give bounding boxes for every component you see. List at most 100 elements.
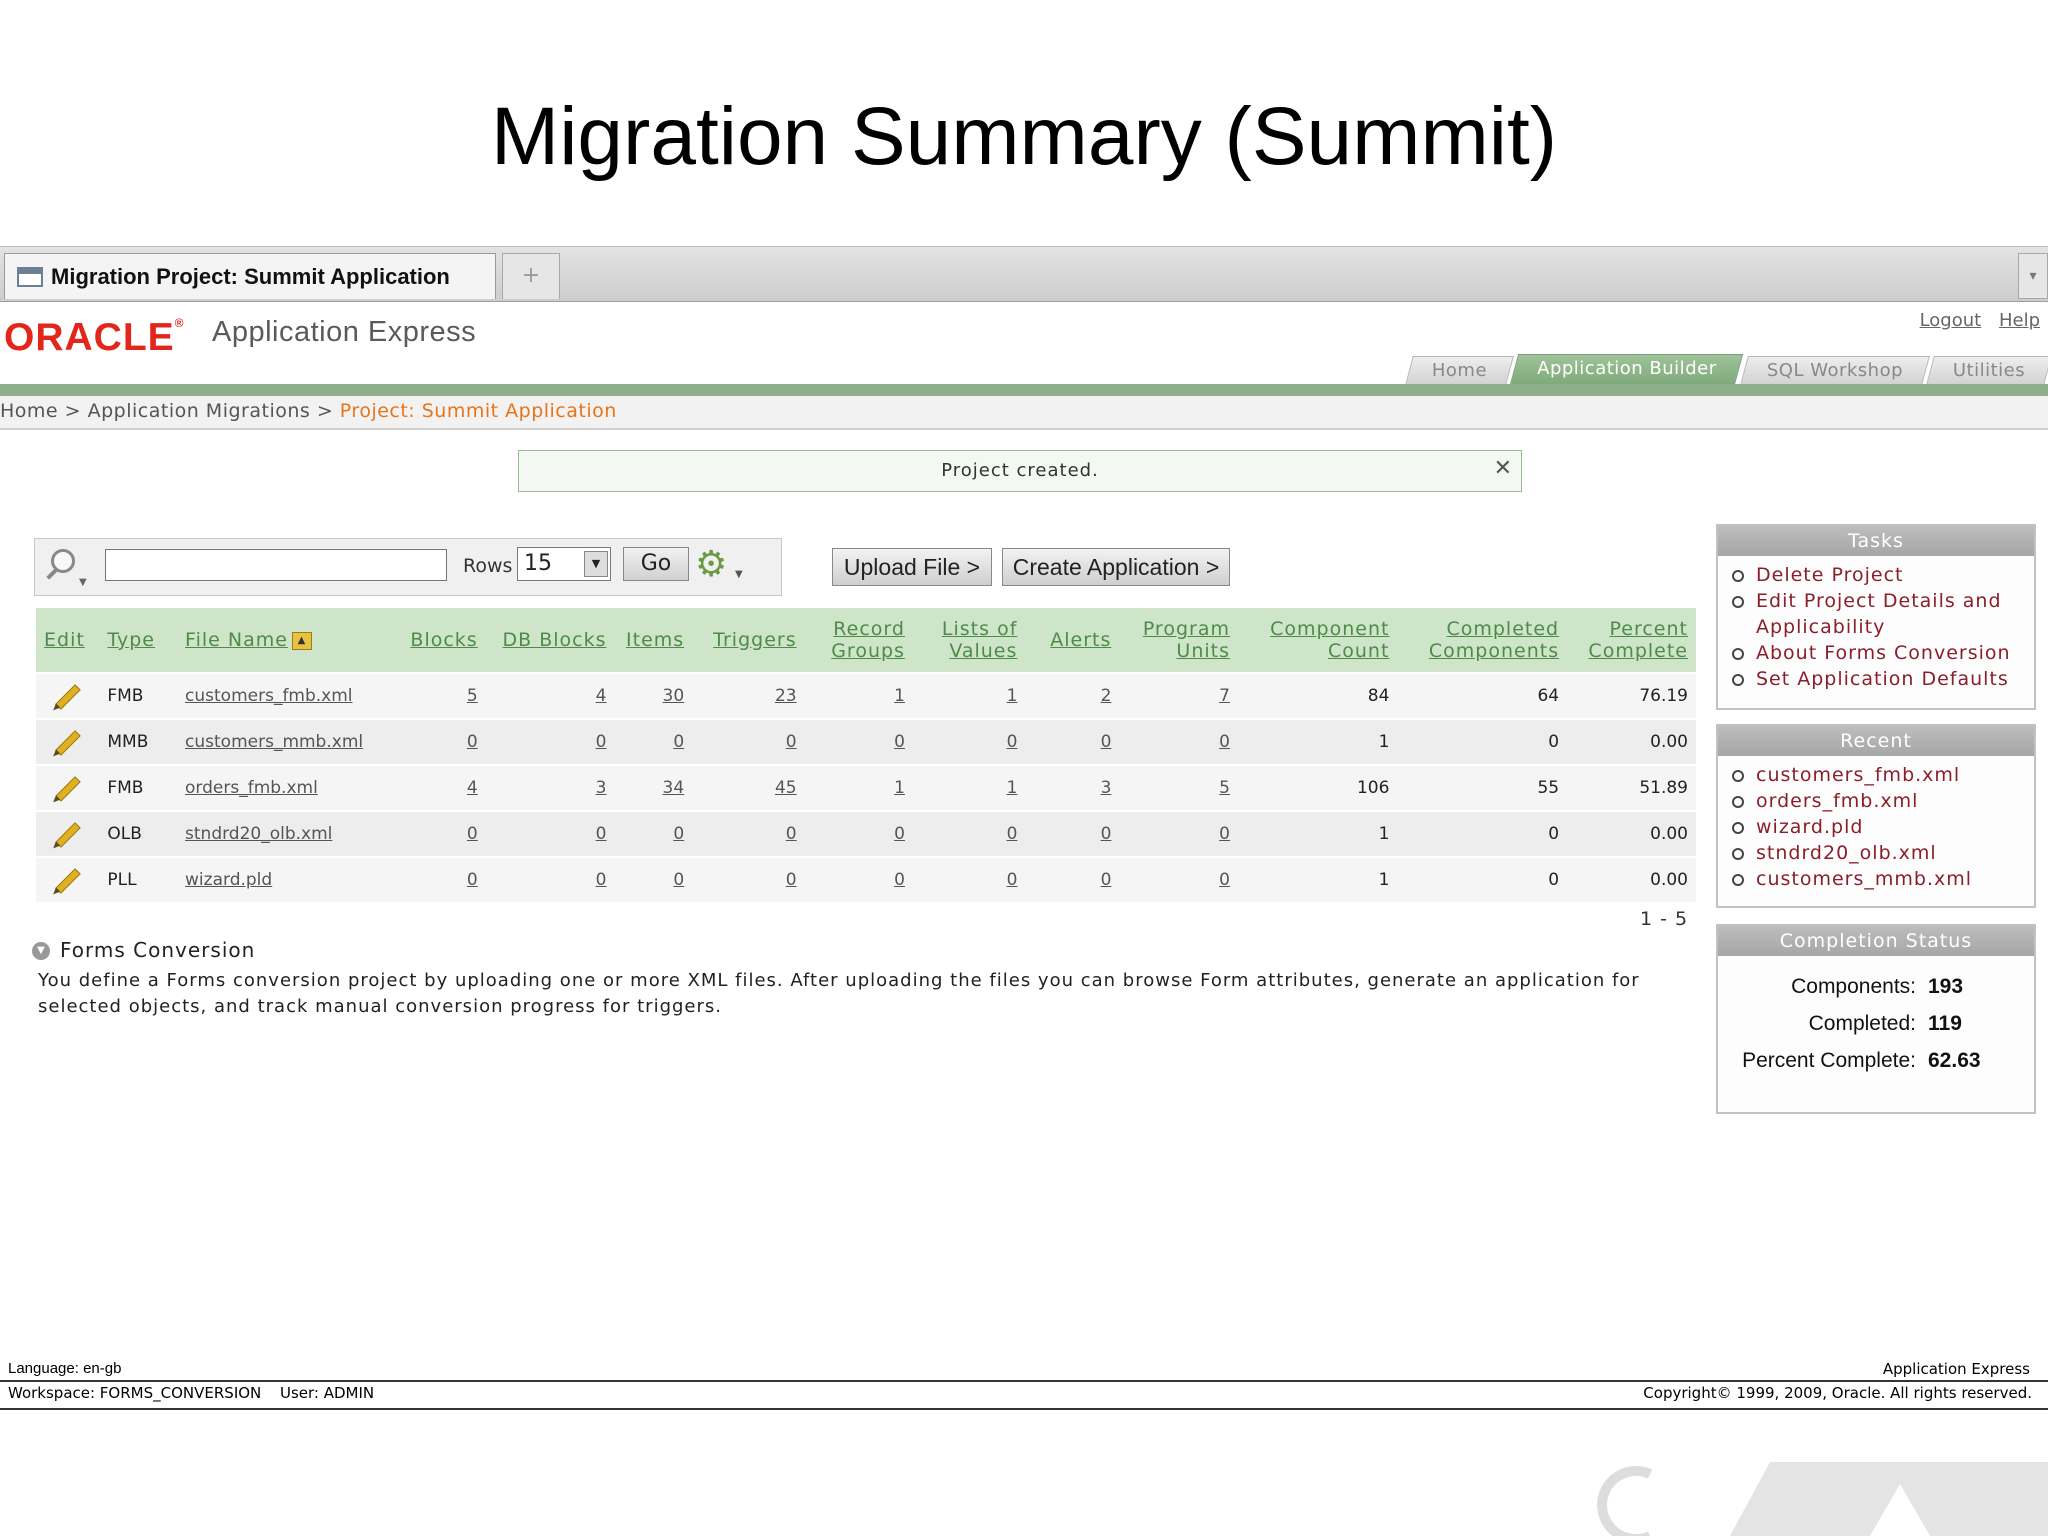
lists-of-values-link[interactable]: 1 bbox=[912, 673, 1026, 720]
tab-utilities[interactable]: Utilities bbox=[1925, 356, 2048, 385]
db-blocks-link[interactable]: 0 bbox=[485, 719, 615, 766]
blocks-link[interactable]: 4 bbox=[397, 765, 486, 812]
col-header-blocks[interactable]: Blocks bbox=[397, 608, 486, 674]
tab-application-builder[interactable]: Application Builder bbox=[1509, 354, 1744, 385]
triggers-link[interactable]: 0 bbox=[692, 857, 805, 904]
col-header-triggers[interactable]: Triggers bbox=[692, 608, 805, 674]
col-header-record-groups[interactable]: Record Groups bbox=[804, 608, 913, 674]
edit-cell[interactable] bbox=[36, 811, 100, 858]
task-set-application-defaults[interactable]: Set Application Defaults bbox=[1730, 666, 2034, 692]
blocks-link[interactable]: 0 bbox=[397, 857, 486, 904]
pencil-edit-icon[interactable] bbox=[54, 868, 81, 894]
db-blocks-link[interactable]: 4 bbox=[485, 673, 615, 720]
gear-icon[interactable]: ⚙ bbox=[695, 547, 727, 583]
record-groups-link[interactable]: 0 bbox=[804, 719, 913, 766]
help-link[interactable]: Help bbox=[1999, 310, 2040, 331]
new-tab-button[interactable]: + bbox=[502, 253, 560, 299]
col-header-db-blocks[interactable]: DB Blocks bbox=[485, 608, 615, 674]
file-name-link[interactable]: orders_fmb.xml bbox=[177, 765, 398, 812]
col-header-items[interactable]: Items bbox=[614, 608, 693, 674]
col-header-completed-components[interactable]: Completed Components bbox=[1397, 608, 1568, 674]
col-header-program-units[interactable]: Program Units bbox=[1119, 608, 1238, 674]
lists-of-values-link[interactable]: 0 bbox=[912, 719, 1026, 766]
alerts-link[interactable]: 0 bbox=[1025, 857, 1120, 904]
col-header-type[interactable]: Type bbox=[99, 608, 178, 674]
recent-item[interactable]: customers_mmb.xml bbox=[1730, 866, 2034, 892]
items-link[interactable]: 30 bbox=[614, 673, 693, 720]
blocks-link[interactable]: 5 bbox=[397, 673, 486, 720]
go-button[interactable]: Go bbox=[623, 547, 689, 581]
col-header-file-name[interactable]: File Name ▲ bbox=[177, 608, 398, 674]
logout-link[interactable]: Logout bbox=[1920, 310, 1982, 331]
db-blocks-link[interactable]: 0 bbox=[485, 811, 615, 858]
record-groups-link[interactable]: 0 bbox=[804, 857, 913, 904]
items-link[interactable]: 34 bbox=[614, 765, 693, 812]
tab-list-menu-button[interactable]: ▾ bbox=[2018, 253, 2048, 299]
file-name-link[interactable]: stndrd20_olb.xml bbox=[177, 811, 398, 858]
edit-cell[interactable] bbox=[36, 719, 100, 766]
breadcrumb-home[interactable]: Home bbox=[0, 400, 58, 422]
alerts-link[interactable]: 0 bbox=[1025, 719, 1120, 766]
record-groups-link[interactable]: 1 bbox=[804, 673, 913, 720]
file-name-link[interactable]: wizard.pld bbox=[177, 857, 398, 904]
tab-sql-workshop[interactable]: SQL Workshop bbox=[1739, 356, 1930, 385]
pencil-edit-icon[interactable] bbox=[54, 822, 81, 848]
edit-cell[interactable] bbox=[36, 857, 100, 904]
triggers-link[interactable]: 23 bbox=[692, 673, 805, 720]
pencil-edit-icon[interactable] bbox=[54, 684, 81, 710]
col-header-edit[interactable]: Edit bbox=[36, 608, 100, 674]
db-blocks-link[interactable]: 3 bbox=[485, 765, 615, 812]
breadcrumb-application-migrations[interactable]: Application Migrations bbox=[88, 400, 311, 422]
items-link[interactable]: 0 bbox=[614, 811, 693, 858]
edit-cell[interactable] bbox=[36, 765, 100, 812]
lists-of-values-link[interactable]: 0 bbox=[912, 811, 1026, 858]
search-region: ▼ Rows 15 ▼ Go ⚙ ▼ bbox=[34, 538, 782, 596]
tab-home[interactable]: Home bbox=[1405, 356, 1515, 385]
pencil-edit-icon[interactable] bbox=[54, 776, 81, 802]
program-units-link[interactable]: 0 bbox=[1119, 811, 1238, 858]
search-input[interactable] bbox=[105, 549, 447, 581]
lists-of-values-link[interactable]: 0 bbox=[912, 857, 1026, 904]
program-units-link[interactable]: 0 bbox=[1119, 719, 1238, 766]
alerts-link[interactable]: 0 bbox=[1025, 811, 1120, 858]
lists-of-values-link[interactable]: 1 bbox=[912, 765, 1026, 812]
alerts-link[interactable]: 3 bbox=[1025, 765, 1120, 812]
collapse-toggle-icon[interactable]: ▼ bbox=[32, 942, 50, 960]
items-link[interactable]: 0 bbox=[614, 857, 693, 904]
record-groups-link[interactable]: 0 bbox=[804, 811, 913, 858]
upload-file-button[interactable]: Upload File > bbox=[832, 548, 992, 586]
col-header-alerts[interactable]: Alerts bbox=[1025, 608, 1120, 674]
pencil-edit-icon[interactable] bbox=[54, 730, 81, 756]
blocks-link[interactable]: 0 bbox=[397, 719, 486, 766]
col-header-percent-complete[interactable]: Percent Complete bbox=[1567, 608, 1696, 674]
search-icon[interactable] bbox=[51, 549, 75, 573]
file-name-link[interactable]: customers_mmb.xml bbox=[177, 719, 398, 766]
triggers-link[interactable]: 45 bbox=[692, 765, 805, 812]
task-edit-project-details[interactable]: Edit Project Details and Applicability bbox=[1730, 588, 2034, 640]
edit-cell[interactable] bbox=[36, 673, 100, 720]
task-delete-project[interactable]: Delete Project bbox=[1730, 562, 2034, 588]
recent-item[interactable]: orders_fmb.xml bbox=[1730, 788, 2034, 814]
triggers-link[interactable]: 0 bbox=[692, 811, 805, 858]
program-units-link[interactable]: 7 bbox=[1119, 673, 1238, 720]
program-units-link[interactable]: 5 bbox=[1119, 765, 1238, 812]
col-header-component-count[interactable]: Component Count bbox=[1237, 608, 1398, 674]
task-about-forms-conversion[interactable]: About Forms Conversion bbox=[1730, 640, 2034, 666]
browser-tab[interactable]: Migration Project: Summit Application bbox=[4, 253, 496, 299]
create-application-button[interactable]: Create Application > bbox=[1002, 548, 1230, 586]
file-name-link[interactable]: customers_fmb.xml bbox=[177, 673, 398, 720]
items-link[interactable]: 0 bbox=[614, 719, 693, 766]
sort-ascending-icon[interactable]: ▲ bbox=[291, 631, 312, 650]
record-groups-link[interactable]: 1 bbox=[804, 765, 913, 812]
recent-item[interactable]: wizard.pld bbox=[1730, 814, 2034, 840]
blocks-link[interactable]: 0 bbox=[397, 811, 486, 858]
recent-item[interactable]: customers_fmb.xml bbox=[1730, 762, 2034, 788]
recent-item[interactable]: stndrd20_olb.xml bbox=[1730, 840, 2034, 866]
db-blocks-link[interactable]: 0 bbox=[485, 857, 615, 904]
rows-select[interactable]: 15 ▼ bbox=[517, 547, 611, 581]
col-header-lists-of-values[interactable]: Lists of Values bbox=[912, 608, 1026, 674]
program-units-link[interactable]: 0 bbox=[1119, 857, 1238, 904]
triggers-link[interactable]: 0 bbox=[692, 719, 805, 766]
close-icon[interactable]: ✕ bbox=[1494, 449, 1513, 489]
alerts-link[interactable]: 2 bbox=[1025, 673, 1120, 720]
